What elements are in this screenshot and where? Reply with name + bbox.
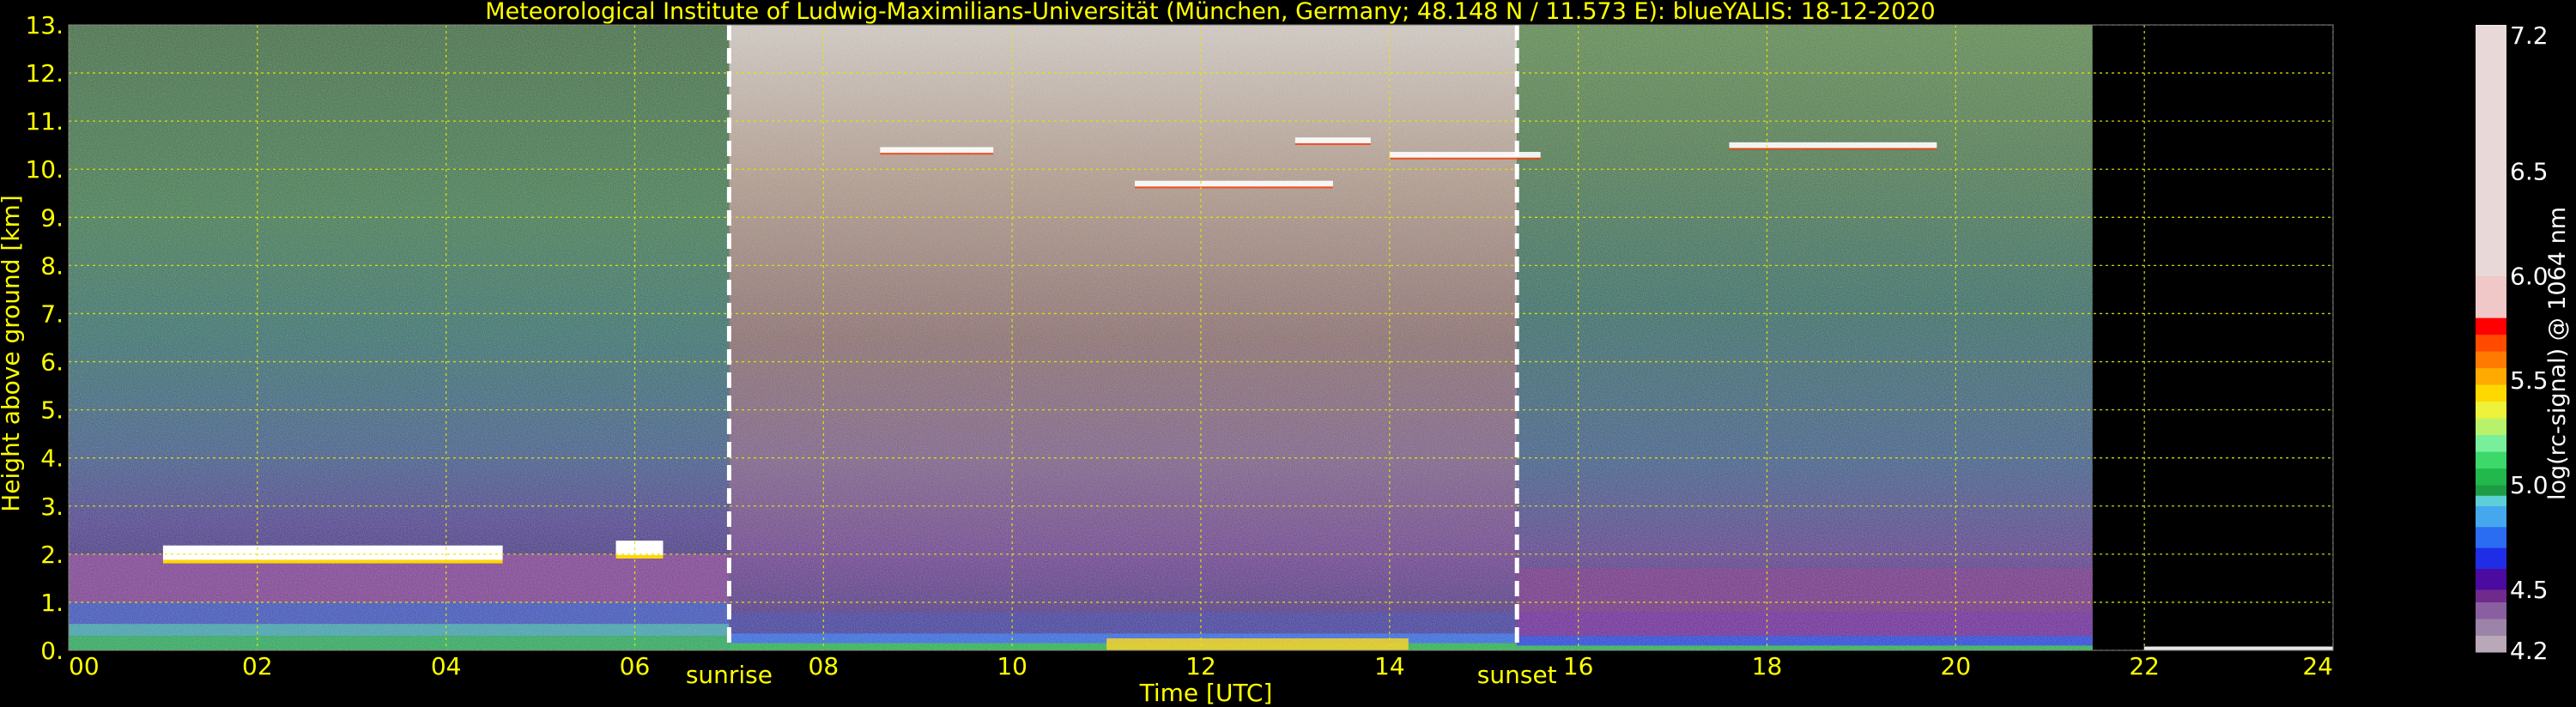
y-axis-label: Height above ground [km] [0, 195, 25, 512]
colorbar-tick-label: 5.0 [2510, 471, 2549, 499]
colorbar-segment [2476, 468, 2506, 486]
x-tick-label: 04 [431, 652, 462, 680]
colorbar-segment [2476, 485, 2506, 496]
x-axis-label: Time [UTC] [1139, 679, 1273, 707]
chart-title: Meteorological Institute of Ludwig-Maxim… [485, 0, 1935, 25]
y-tick-label: 5. [40, 396, 64, 425]
cirrus-edge-3 [1389, 157, 1541, 160]
colorbar-segment [2476, 495, 2506, 506]
colorbar-segment [2476, 334, 2506, 352]
colorbar-segment [2476, 25, 2506, 276]
colorbar-segment [2476, 601, 2506, 619]
y-tick-label: 8. [40, 251, 64, 280]
marker-label-sunset: sunset [1477, 661, 1557, 689]
cirrus-edge-4 [1729, 148, 1937, 150]
colorbar [2476, 25, 2506, 653]
cirrus-edge-1 [1135, 186, 1333, 189]
cirrus-1 [1135, 180, 1333, 187]
colorbar-segment [2476, 526, 2506, 548]
colorbar-segment [2476, 384, 2506, 402]
x-tick-label: 12 [1185, 652, 1216, 680]
low-cloud-0 [162, 545, 503, 560]
x-tick-label: 22 [2129, 652, 2160, 680]
y-tick-label: 0. [40, 637, 64, 665]
colorbar-segment [2476, 351, 2506, 369]
x-tick-label: 14 [1374, 652, 1405, 680]
y-axis-ticks: 0. 1. 2. 3. 4. 5. 6. 7. 8. 9. 10. 11. 12. 13. [25, 11, 64, 665]
dropout-region [2092, 25, 2333, 650]
cirrus-0 [880, 147, 994, 154]
colorbar-tick-label: 5.5 [2510, 366, 2549, 395]
colorbar-segment [2476, 25, 2506, 26]
colorbar-segment [2476, 401, 2506, 419]
y-tick-label: 12. [25, 59, 64, 88]
colorbar-segment [2476, 367, 2506, 385]
colorbar-segment [2476, 589, 2506, 603]
colorbar-segment [2476, 434, 2506, 452]
colorbar-tick-label: 6.0 [2510, 262, 2549, 290]
colorbar-label: log(rc-signal) @ 1064 nm [2544, 207, 2571, 500]
lidar-chart: 0.1.2.3.4.5.6.7.8.9.10.11.12.13. 00 02 04 0… [0, 0, 2571, 707]
colorbar-segment [2476, 635, 2506, 653]
x-tick-label: 00 [69, 652, 100, 680]
marker-label-sunrise: sunrise [686, 661, 773, 689]
y-tick-label: 3. [40, 492, 64, 521]
y-tick-label: 13. [25, 11, 64, 39]
x-tick-label: 08 [809, 652, 839, 680]
x-tick-label: 24 [2302, 652, 2333, 680]
colorbar-ticks: 4.2 4.5 5.0 5.5 6.0 6.5 7.2 [2510, 21, 2549, 665]
cirrus-edge-2 [1294, 142, 1371, 145]
y-tick-label: 1. [40, 589, 64, 617]
y-tick-label: 7. [40, 299, 64, 328]
low-cloud-edge-1 [615, 554, 664, 559]
colorbar-segment [2476, 505, 2506, 528]
x-tick-label: 18 [1752, 652, 1783, 680]
colorbar-segment [2476, 275, 2506, 318]
low-cloud-1 [615, 541, 664, 555]
y-tick-label: 10. [25, 155, 64, 184]
colorbar-segment [2476, 317, 2506, 335]
y-tick-label: 4. [40, 444, 64, 473]
plot-area [69, 25, 2333, 650]
colorbar-tick-label: 4.2 [2510, 637, 2549, 665]
low-cloud-edge-0 [162, 559, 503, 564]
colorbar-segment [2476, 418, 2506, 436]
x-tick-label: 10 [997, 652, 1027, 680]
colorbar-segment [2476, 547, 2506, 570]
y-tick-label: 11. [25, 107, 64, 136]
x-axis-ticks: 00 02 04 06 08 10 12 14 16 18 20 22 24 [69, 652, 2333, 680]
colorbar-segment [2476, 619, 2506, 637]
cirrus-2 [1294, 137, 1371, 143]
y-tick-label: 9. [40, 203, 64, 232]
y-tick-label: 6. [40, 348, 64, 377]
cirrus-4 [1729, 142, 1937, 148]
colorbar-segment [2476, 568, 2506, 590]
ground-return-late [2143, 646, 2333, 650]
colorbar-tick-label: 7.2 [2510, 21, 2549, 50]
x-tick-label: 06 [620, 652, 651, 680]
colorbar-tick-label: 4.5 [2510, 576, 2549, 604]
colorbar-tick-label: 6.5 [2510, 158, 2549, 186]
colorbar-segment [2476, 451, 2506, 469]
x-tick-label: 20 [1941, 652, 1972, 680]
y-tick-label: 2. [40, 541, 64, 569]
cirrus-edge-0 [880, 153, 994, 155]
x-tick-label: 16 [1563, 652, 1594, 680]
x-tick-label: 02 [242, 652, 273, 680]
